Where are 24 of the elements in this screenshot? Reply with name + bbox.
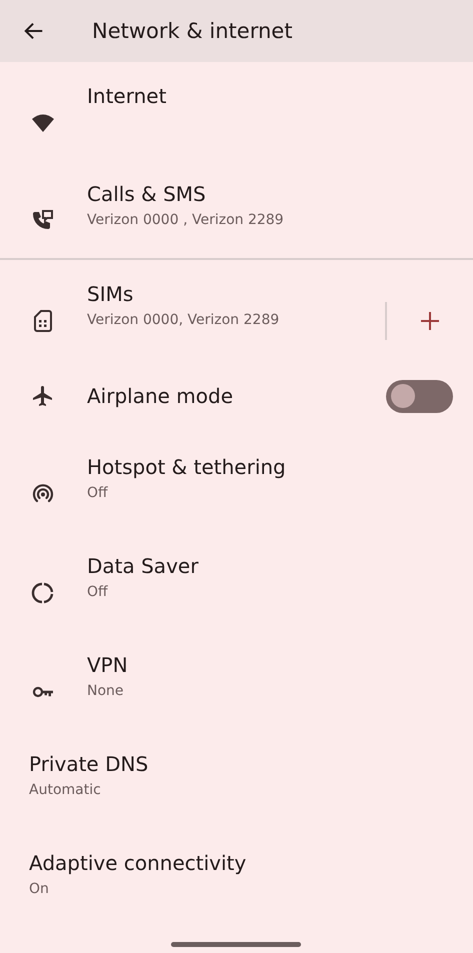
setting-summary: Automatic [29,782,102,798]
setting-title[interactable]: Data Saver [87,554,473,578]
setting-title[interactable]: Adaptive connectivity [29,851,473,875]
setting-title[interactable]: Hotspot & tethering [87,455,473,479]
setting-title[interactable]: Airplane mode [87,384,386,408]
setting-summary: Off [87,584,109,600]
navigation-handle[interactable] [171,942,301,947]
setting-title[interactable]: SIMs [87,282,385,306]
toggle-switch[interactable] [386,380,453,412]
setting-summary: Verizon 0000 , Verizon 2289 [87,212,285,228]
page-title: Network & internet [92,19,292,43]
phone-icon [30,208,54,232]
setting-title[interactable]: Internet [87,84,473,108]
setting-title[interactable]: VPN [87,653,473,677]
setting-summary: Verizon 0000, Verizon 2289 [87,312,280,328]
setting-title[interactable]: Private DNS [29,752,473,776]
back-arrow-icon [23,20,45,42]
setting-summary: Off [87,485,109,501]
data-saver-icon [30,580,54,604]
setting-title[interactable]: Calls & SMS [87,182,473,206]
plus-icon [420,310,440,330]
setting-summary: None [87,683,125,699]
setting-summary: On [29,881,50,897]
airplane-icon [30,384,54,408]
